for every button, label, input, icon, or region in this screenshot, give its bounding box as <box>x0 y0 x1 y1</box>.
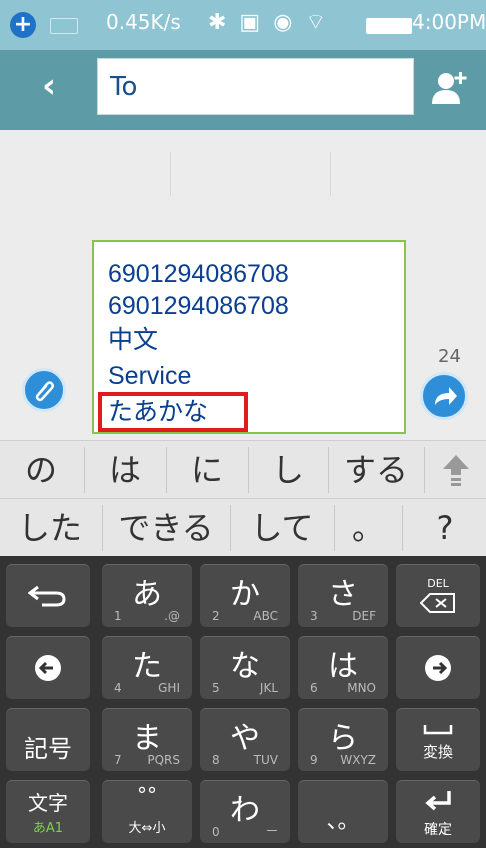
key-ya[interactable]: や 8 TUV <box>200 708 290 771</box>
candidate-item[interactable]: し <box>250 441 326 499</box>
cursor-right-key[interactable] <box>396 636 480 699</box>
symbol-key[interactable]: 記号 <box>6 708 90 771</box>
message-input[interactable]: 6901294086708 6901294086708 中文 Service た… <box>92 240 406 434</box>
cursor-left-key[interactable] <box>6 636 90 699</box>
message-line: 6901294086708 <box>108 260 289 288</box>
status-icons: ✱ ▣ ◉ ⌔ <box>208 10 330 35</box>
delete-key[interactable]: DEL <box>396 564 480 627</box>
convert-key[interactable]: 変換 <box>396 708 480 771</box>
key-ma[interactable]: ま 7 PQRS <box>102 708 192 771</box>
candidate-item[interactable]: 。 <box>336 499 400 557</box>
candidate-item[interactable]: の <box>0 441 82 499</box>
to-label: To <box>110 72 138 102</box>
undo-key[interactable] <box>6 564 90 627</box>
expand-candidates-icon[interactable] <box>426 441 486 499</box>
battery-icon <box>366 18 412 34</box>
candidate-item[interactable]: できる <box>104 499 228 557</box>
key-na[interactable]: な 5 JKL <box>200 636 290 699</box>
key-a[interactable]: あ 1 .@ <box>102 564 192 627</box>
confirm-key[interactable]: 確定 <box>396 780 480 843</box>
japanese-keyboard: あ 1 .@ か 2 ABC さ 3 DEF DEL た 4 GHI な 5 J… <box>0 556 486 848</box>
globe-icon: + <box>10 12 36 38</box>
composing-highlight <box>98 392 248 432</box>
candidate-item[interactable]: する <box>330 441 422 499</box>
status-bar: + 0.45K/s ✱ ▣ ◉ ⌔ 4:00PM <box>0 0 486 50</box>
compose-header: ‹ To <box>0 50 486 130</box>
candidate-item[interactable]: に <box>168 441 246 499</box>
message-line: 中文 <box>108 326 159 354</box>
candidate-item[interactable]: は <box>86 441 164 499</box>
case-toggle-key[interactable]: °° 大⇔小 <box>102 780 192 843</box>
candidate-bar-top: の は に し する <box>0 440 486 499</box>
key-sa[interactable]: さ 3 DEF <box>298 564 388 627</box>
message-line: 6901294086708 <box>108 292 289 320</box>
char-counter: 24 <box>438 346 461 367</box>
key-ta[interactable]: た 4 GHI <box>102 636 192 699</box>
key-ra[interactable]: ら 9 WXYZ <box>298 708 388 771</box>
key-wa[interactable]: わ 0 ー <box>200 780 290 843</box>
message-line: Service <box>108 362 192 390</box>
input-mode-key[interactable]: 文字 あA1 <box>6 780 90 843</box>
candidate-item[interactable]: ? <box>404 499 486 557</box>
send-button[interactable] <box>420 372 468 420</box>
add-contact-icon[interactable] <box>430 68 470 108</box>
key-ha[interactable]: は 6 MNO <box>298 636 388 699</box>
back-button[interactable]: ‹ <box>42 66 56 106</box>
attach-icon[interactable] <box>22 368 66 412</box>
recipient-field[interactable]: To <box>97 58 414 115</box>
candidate-bar-bottom: した できる して 。 ? <box>0 498 486 558</box>
candidate-item[interactable]: して <box>232 499 332 557</box>
network-speed: 0.45K/s <box>106 10 181 34</box>
key-ka[interactable]: か 2 ABC <box>200 564 290 627</box>
punctuation-key[interactable]: 、。 <box>298 780 388 843</box>
candidate-item[interactable]: した <box>0 499 100 557</box>
keyboard-icon <box>50 18 78 34</box>
clock: 4:00PM <box>412 10 486 34</box>
